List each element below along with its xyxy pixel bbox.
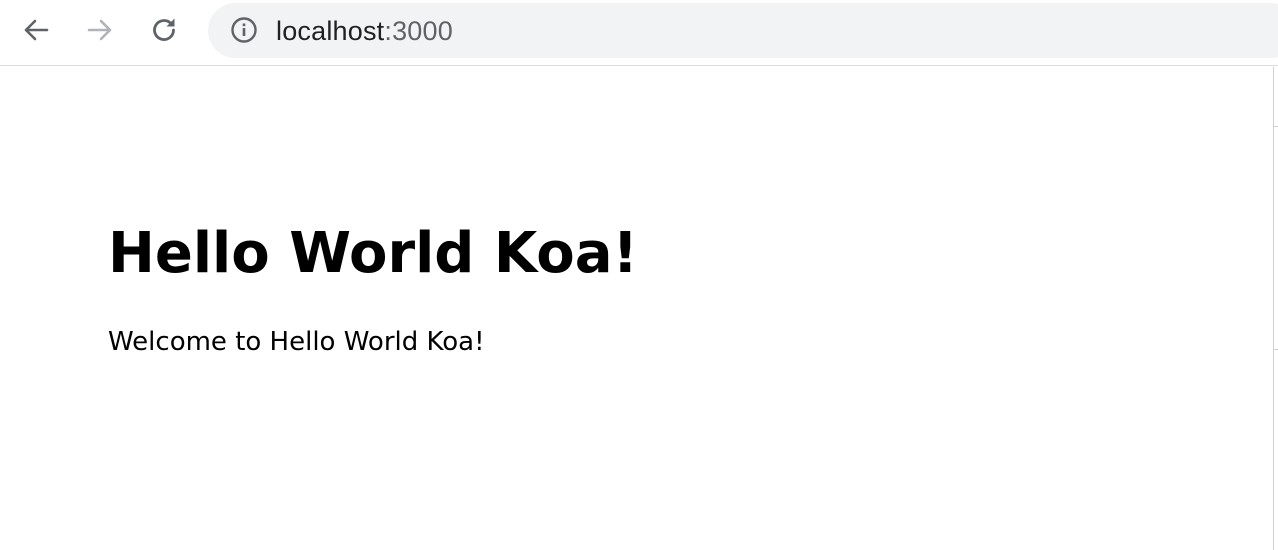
arrow-right-icon	[87, 19, 112, 41]
edge-divider	[1274, 126, 1278, 127]
page-content	[0, 67, 1274, 550]
url-port: :3000	[384, 16, 453, 46]
arrow-left-icon	[24, 19, 49, 41]
url-host: localhost	[276, 16, 385, 46]
address-bar[interactable]: localhost:3000	[208, 3, 1278, 58]
welcome-text: Welcome to Hello World Koa!	[108, 327, 485, 357]
reload-icon	[153, 18, 175, 41]
info-icon[interactable]	[230, 16, 258, 44]
page-heading: Hello World Koa!	[108, 221, 639, 286]
browser-toolbar: localhost:3000	[0, 0, 1278, 66]
reload-button[interactable]	[144, 10, 184, 50]
back-button[interactable]	[16, 10, 56, 50]
window-edge	[1273, 67, 1274, 550]
url-text[interactable]: localhost:3000	[276, 15, 453, 47]
edge-divider	[1274, 349, 1278, 350]
forward-button[interactable]	[80, 10, 120, 50]
